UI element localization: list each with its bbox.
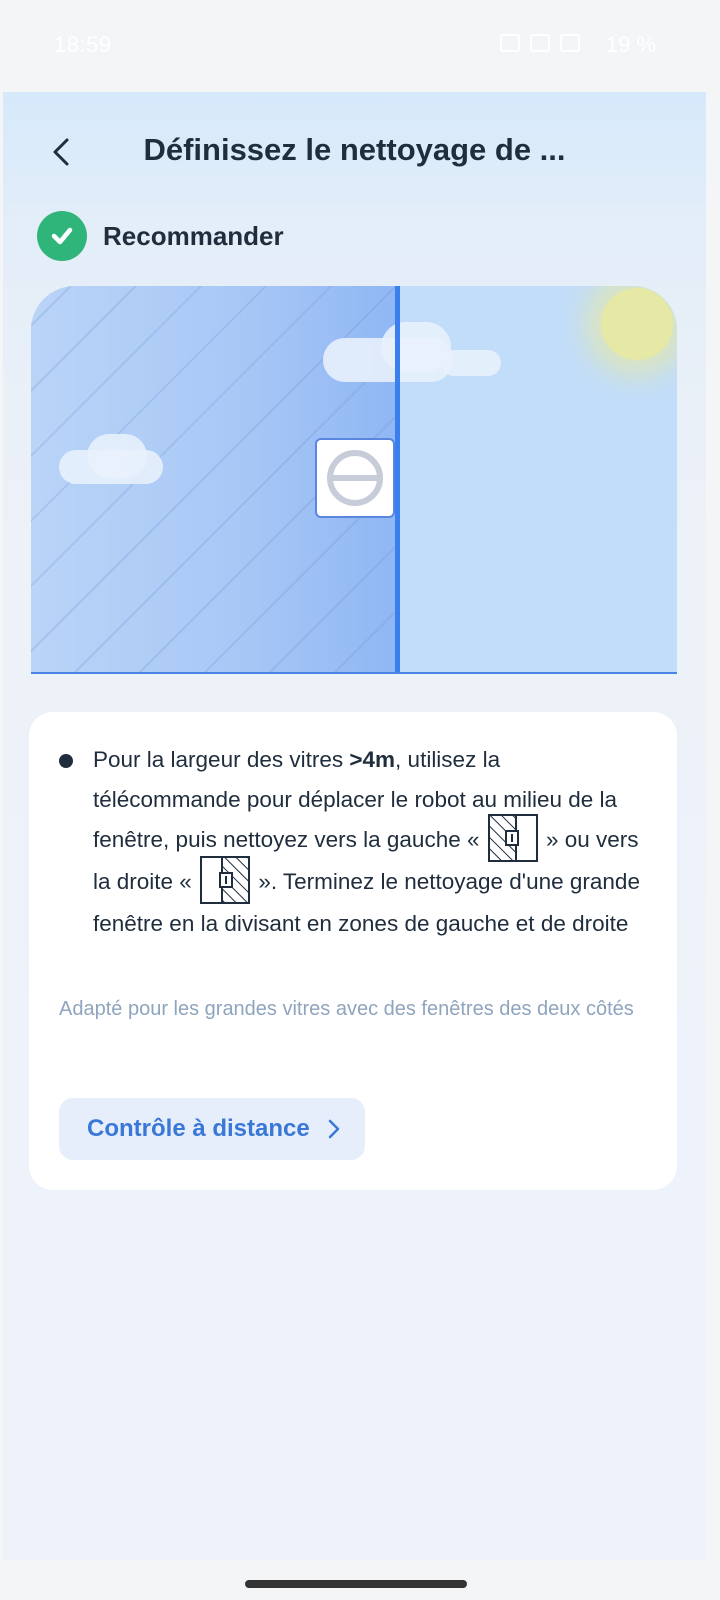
status-bar: 18:59 19 % [0,0,720,92]
sun-icon [601,288,673,360]
clean-left-icon [487,814,538,863]
clean-right-icon [200,856,251,905]
recommend-option[interactable]: Recommander [37,210,284,262]
cloud-icon [87,434,147,478]
window-cleaning-illustration [31,286,677,674]
suitability-note: Adapté pour les grandes vitres avec des … [59,998,634,1020]
remote-control-button[interactable]: Contrôle à distance [59,1098,365,1160]
nfc-icon [500,34,520,52]
battery-level: 19 % [605,32,656,57]
page-title: Définissez le nettoyage de ... [143,132,566,167]
header: Définissez le nettoyage de ... [3,122,706,182]
info-text-width: >4m [349,747,396,772]
screen: Définissez le nettoyage de ... Recommand… [3,92,706,1560]
robot-icon [315,438,395,518]
check-circle-icon [37,211,87,261]
status-time: 18:59 [54,32,112,57]
cloud-icon [441,350,501,376]
info-text: Pour la largeur des vitres >4m, utilisez… [93,740,653,944]
home-indicator[interactable] [245,1580,467,1588]
info-card: Pour la largeur des vitres >4m, utilisez… [29,712,677,1190]
navigation-bar [0,1560,720,1600]
signal-icon [560,34,580,52]
divider-line [395,286,400,672]
chevron-right-icon [328,1119,339,1139]
recommend-label: Recommander [103,220,284,251]
status-icons [500,34,580,52]
bullet-dot [59,754,73,768]
remote-control-label: Contrôle à distance [87,1115,310,1142]
info-text-prefix: Pour la largeur des vitres [93,747,350,772]
wifi-icon [530,34,550,52]
